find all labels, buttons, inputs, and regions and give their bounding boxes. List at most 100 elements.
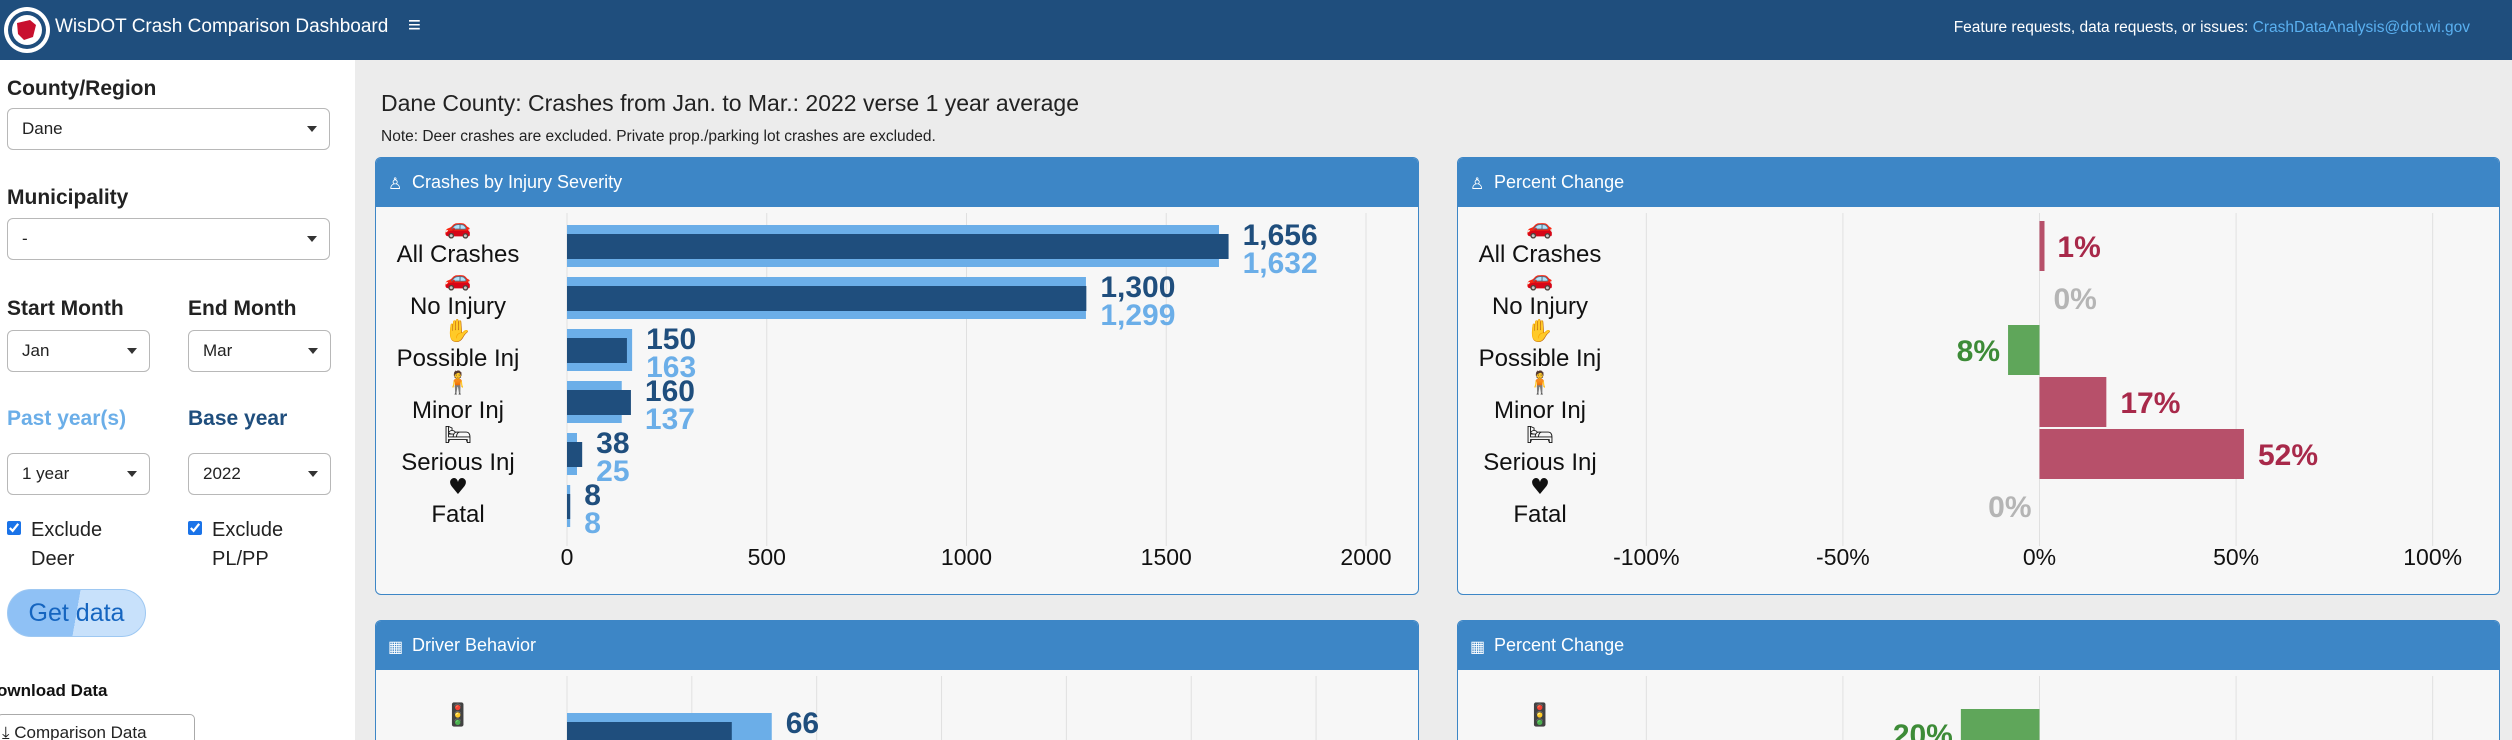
- chevron-down-icon: [308, 471, 318, 477]
- traffic-light-icon: 🚦: [1526, 702, 1553, 728]
- severity-panel-header: ♙ Crashes by Injury Severity: [376, 158, 1418, 207]
- value-label-average: 1,299: [1100, 299, 1175, 332]
- category-label: Minor Inj: [412, 397, 504, 424]
- value-label-average: 8: [584, 507, 601, 540]
- exclude-deer-checkbox[interactable]: [7, 521, 21, 535]
- exclude-deer-label-2: Deer: [31, 548, 75, 570]
- category-label: Fatal: [1513, 501, 1566, 528]
- page-note: Note: Deer crashes are excluded. Private…: [381, 128, 936, 145]
- current-bar: [567, 234, 1229, 259]
- driver-pct-panel-header: ▦ Percent Change: [1458, 621, 2499, 670]
- crutch-icon: 🧍: [1526, 370, 1553, 396]
- bed-icon: 🛏: [444, 423, 472, 448]
- municipality-label: Municipality: [7, 186, 129, 209]
- pct-label: 1%: [2057, 231, 2100, 264]
- x-tick-label: 1500: [1141, 544, 1192, 570]
- municipality-select[interactable]: -: [7, 218, 330, 260]
- county-select[interactable]: Dane: [7, 108, 330, 150]
- contact-text: Feature requests, data requests, or issu…: [1953, 19, 2253, 36]
- exclude-plpp-label-1: Exclude: [212, 519, 284, 541]
- pct-bar: [2039, 377, 2107, 427]
- chevron-down-icon: [127, 471, 137, 477]
- top-navbar: WisDOT Crash Comparison Dashboard ≡ Feat…: [0, 0, 2512, 60]
- x-tick-label: 2000: [1340, 544, 1391, 570]
- pct-label: 0%: [1988, 491, 2031, 524]
- exclude-deer-option: Exclude Deer: [7, 516, 102, 574]
- x-tick-label: 50%: [2213, 544, 2259, 570]
- download-comparison-label: Comparison Data: [14, 723, 147, 740]
- pct-bar: [1960, 709, 2040, 740]
- download-data-label: ownload Data: [0, 681, 108, 700]
- category-label: No Injury: [1492, 293, 1588, 320]
- chevron-down-icon: [308, 348, 318, 354]
- exclude-plpp-label-2: PL/PP: [212, 548, 269, 570]
- driver-behavior-panel-header: ▦ Driver Behavior: [376, 621, 1418, 670]
- chevron-down-icon: [307, 126, 317, 132]
- person-icon: ♙: [388, 176, 403, 193]
- driver-behavior-panel: ▦ Driver Behavior 🚦6682: [375, 620, 1419, 740]
- category-label: Minor Inj: [1494, 397, 1586, 424]
- category-label: Serious Inj: [401, 449, 514, 476]
- download-comparison-button[interactable]: ⤓ Comparison Data: [0, 714, 195, 740]
- category-label: No Injury: [410, 293, 506, 320]
- current-bar: [567, 390, 631, 415]
- past-years-label: Past year(s): [7, 407, 127, 430]
- base-year-select[interactable]: 2022: [188, 453, 331, 495]
- driver-behavior-chart: 🚦6682: [444, 676, 1317, 740]
- value-label-average: 137: [645, 403, 695, 436]
- chevron-down-icon: [127, 348, 137, 354]
- driver-behavior-panel-title: Driver Behavior: [412, 635, 537, 655]
- current-bar: [567, 722, 732, 740]
- severity-panel-title: Crashes by Injury Severity: [412, 172, 623, 192]
- arm-sling-icon: ✋: [1526, 318, 1553, 344]
- traffic-light-icon: 🚦: [444, 702, 471, 728]
- chevron-down-icon: [307, 236, 317, 242]
- app-title: WisDOT Crash Comparison Dashboard: [55, 16, 389, 37]
- pct-label: 8%: [1957, 335, 2000, 368]
- current-bar: [567, 442, 583, 467]
- x-tick-label: 500: [748, 544, 786, 570]
- download-icon: ⤓: [2, 723, 10, 740]
- past-years-select[interactable]: 1 year: [7, 453, 150, 495]
- current-bar: [567, 338, 627, 363]
- x-tick-label: 0: [561, 544, 574, 570]
- person-icon: ♙: [1470, 176, 1485, 193]
- end-month-label: End Month: [188, 297, 297, 320]
- x-tick-label: 100%: [2403, 544, 2462, 570]
- base-year-value: 2022: [203, 464, 241, 483]
- pct-label: 17%: [2120, 387, 2180, 420]
- end-month-value: Mar: [203, 341, 233, 360]
- x-tick-label: 0%: [2023, 544, 2056, 570]
- category-label: All Crashes: [397, 241, 520, 268]
- id-card-icon: ▦: [1470, 639, 1486, 656]
- county-value: Dane: [22, 119, 63, 138]
- heart-pulse-icon: ♥: [1530, 475, 1550, 500]
- category-label: All Crashes: [1479, 241, 1602, 268]
- id-card-icon: ▦: [388, 639, 404, 656]
- driver-pct-chart: 🚦 20%: [1526, 676, 2434, 740]
- exclude-plpp-checkbox[interactable]: [188, 521, 202, 535]
- car-icon: 🚗: [1526, 215, 1553, 240]
- base-year-label: Base year: [188, 407, 288, 430]
- page-title: Dane County: Crashes from Jan. to Mar.: …: [381, 90, 1080, 116]
- severity-pct-panel-title: Percent Change: [1494, 172, 1625, 192]
- current-bar: [567, 286, 1087, 311]
- end-month-select[interactable]: Mar: [188, 330, 331, 372]
- sidebar: County/Region Dane Municipality - Start …: [0, 60, 355, 740]
- severity-panel: ♙ Crashes by Injury Severity 0 500 1000 150…: [375, 157, 1419, 595]
- hamburger-icon[interactable]: ≡: [408, 12, 421, 38]
- value-label-average: 1,632: [1243, 247, 1318, 280]
- current-bar: [567, 494, 571, 519]
- category-label: Fatal: [431, 501, 484, 528]
- start-month-select[interactable]: Jan: [7, 330, 150, 372]
- municipality-value: -: [22, 229, 28, 248]
- pct-bar: [2039, 429, 2244, 479]
- driver-pct-panel: ▦ Percent Change 🚦 20%: [1457, 620, 2500, 740]
- exclude-plpp-option: Exclude PL/PP: [188, 516, 283, 574]
- start-month-value: Jan: [22, 341, 50, 360]
- contact-email-link[interactable]: CrashDataAnalysis@dot.wi.gov: [2253, 19, 2470, 36]
- value-label-average: 82: [786, 735, 819, 740]
- get-data-button[interactable]: Get data: [7, 589, 146, 637]
- pct-bar: [2008, 325, 2040, 375]
- car-icon: 🚗: [1526, 267, 1553, 292]
